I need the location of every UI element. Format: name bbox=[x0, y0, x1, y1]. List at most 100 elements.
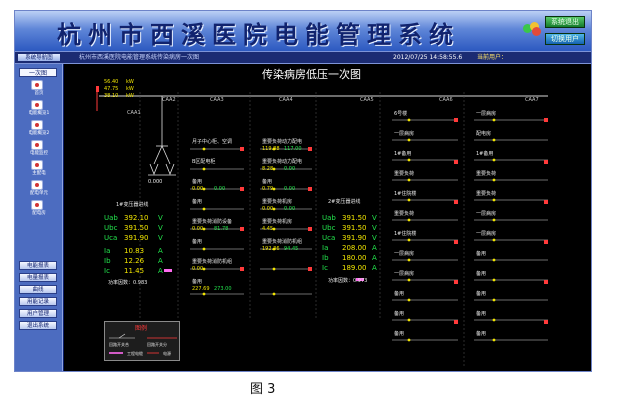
legend: 图例 回路开关合 回路开关分 电源 工程电缆 bbox=[104, 321, 180, 361]
ic-value: 11.45 bbox=[124, 267, 145, 275]
feeder-name: 重要负荷 bbox=[476, 191, 497, 197]
cabinet-label: CAA1 bbox=[127, 110, 141, 116]
feeder-name: 重要负荷动力配电 bbox=[262, 139, 303, 145]
feeder-value: 0.00 bbox=[284, 206, 296, 212]
status-bar: 系统导航图 杭州市西溪医院电能管理系统传染病房一次图 2012/07/25 14… bbox=[15, 51, 591, 64]
exit-button[interactable]: 系统退出 bbox=[545, 16, 585, 28]
volt-unit: V bbox=[372, 234, 377, 242]
volt-unit: V bbox=[372, 214, 377, 222]
uca-label: Uca bbox=[322, 234, 336, 242]
feeder-name: 1#住院楼 bbox=[394, 191, 417, 197]
legend-label: 电源 bbox=[163, 351, 171, 356]
feeder-name: 重要负荷机房 bbox=[262, 219, 293, 225]
feeder-name: B区配电柜 bbox=[192, 159, 216, 165]
feeder-name: 重要负荷动力配电 bbox=[262, 159, 303, 165]
sidebar-item-home[interactable]: 首页 bbox=[21, 80, 57, 98]
feeder-name: 备用 bbox=[192, 279, 203, 285]
app-header: 杭州市西溪医院电能管理系统 系统退出 切换用户 bbox=[15, 11, 591, 51]
amp-unit: A bbox=[158, 257, 163, 265]
feeder-name: 备用 bbox=[262, 179, 273, 185]
ib-value: 12.26 bbox=[124, 257, 145, 265]
feeder-name: 备用 bbox=[394, 311, 405, 317]
feeder-value: 94.45 bbox=[284, 246, 299, 252]
power-factor-1: 功率因数：0.983 bbox=[108, 280, 148, 286]
feeder-name: 一层病房 bbox=[476, 111, 497, 117]
transformer-2-name: 2#变压器进线 bbox=[328, 199, 361, 205]
feeder-name: 一层病房 bbox=[476, 231, 497, 237]
feeder-name: 备用 bbox=[476, 331, 487, 337]
transformer-1-name: 1#变压器进线 bbox=[116, 202, 149, 208]
feeder-name: 重要负荷机房 bbox=[262, 199, 293, 205]
feeder-value: 0.79 bbox=[262, 186, 274, 192]
ubc-label: Ubc bbox=[104, 224, 118, 232]
feeder-value: 0.00 bbox=[284, 166, 296, 172]
page-icon bbox=[31, 200, 43, 210]
volt-unit: V bbox=[158, 214, 163, 222]
reading-unit: kW bbox=[126, 79, 134, 85]
page-icon bbox=[31, 160, 43, 170]
reading-p: 56.40 bbox=[104, 79, 119, 85]
switch-user-button[interactable]: 切换用户 bbox=[545, 33, 585, 45]
ia-label: Ia bbox=[104, 247, 111, 255]
sidebar-item-energy-2[interactable]: 电能概览2 bbox=[21, 120, 57, 138]
sidebar-item-main-dist[interactable]: 主配电 bbox=[21, 160, 57, 178]
logo-icon bbox=[523, 22, 541, 36]
legend-label: 工程电缆 bbox=[127, 351, 143, 356]
status-datetime: 2012/07/25 14:58:55.6 bbox=[393, 54, 463, 61]
feeder-name: 备用 bbox=[394, 331, 405, 337]
uab-value: 391.50 bbox=[342, 214, 367, 222]
legend-label: 回路开关合 bbox=[109, 342, 129, 347]
sidebar-item-energy-1[interactable]: 电能概览1 bbox=[21, 100, 57, 118]
curve-button[interactable]: 曲线 bbox=[19, 285, 57, 294]
feeder-value: 192.36 bbox=[262, 246, 280, 252]
ubc-value: 391.50 bbox=[342, 224, 367, 232]
uab-value: 392.10 bbox=[124, 214, 149, 222]
user-management-button[interactable]: 用户管理 bbox=[19, 309, 57, 318]
feeder-name: 备用 bbox=[476, 271, 487, 277]
reading-unit: kW bbox=[126, 93, 134, 99]
feeder-value: 0.00 bbox=[284, 186, 296, 192]
sidebar-item-monitor[interactable]: 电能监控 bbox=[21, 140, 57, 158]
ia-value: 10.83 bbox=[124, 247, 145, 255]
transformer-sum: 0.000 bbox=[148, 179, 163, 185]
cabinet-label: CAA3 bbox=[210, 97, 224, 103]
app-title: 杭州市西溪医院电能管理系统 bbox=[57, 20, 460, 49]
sidebar: 一次图 首页 电能概览1 电能概览2 电能监控 主配电 配电单元 配电房 电能报… bbox=[15, 64, 63, 371]
cabinet-label: CAA7 bbox=[525, 97, 539, 103]
sidebar-item-dist-unit[interactable]: 配电单元 bbox=[21, 180, 57, 198]
feeder-name: 重要负荷消防设备 bbox=[192, 219, 233, 225]
usage-record-button[interactable]: 用能记录 bbox=[19, 297, 57, 306]
feeder-name: 重要负荷消防机组 bbox=[192, 259, 233, 265]
nav-header[interactable]: 系统导航图 bbox=[17, 53, 61, 62]
logout-button[interactable]: 退出系统 bbox=[19, 321, 57, 330]
sidebar-item-dist-room[interactable]: 配电房 bbox=[21, 200, 57, 218]
feeder-value: 117.00 bbox=[284, 146, 302, 152]
volt-unit: V bbox=[372, 224, 377, 232]
uca-value: 391.90 bbox=[342, 234, 367, 242]
ia-label: Ia bbox=[322, 244, 329, 252]
page-title: 传染病房低压一次图 bbox=[262, 68, 361, 81]
ib-label: Ib bbox=[322, 254, 329, 262]
cabinet-label: CAA4 bbox=[279, 97, 293, 103]
ic-value: 189.00 bbox=[342, 264, 367, 272]
feeder-value: 0.00 bbox=[262, 206, 274, 212]
energy-report-button[interactable]: 电能报表 bbox=[19, 261, 57, 270]
ubc-label: Ubc bbox=[322, 224, 336, 232]
one-line-diagram: 传染病房低压一次图 CAA1 CAA2 CAA3 CAA4 CAA5 CAA6 … bbox=[64, 64, 591, 371]
feeder-value: 8.28 bbox=[262, 166, 274, 172]
feeder-name: 1#住院楼 bbox=[394, 231, 417, 237]
power-report-button[interactable]: 电量报表 bbox=[19, 273, 57, 282]
volt-unit: V bbox=[158, 234, 163, 242]
feeder-value: 81.78 bbox=[214, 226, 229, 232]
feeder-value: 0.00 bbox=[192, 226, 204, 232]
ubc-value: 391.50 bbox=[124, 224, 149, 232]
sidebar-item-one-line[interactable]: 一次图 bbox=[19, 68, 57, 77]
uab-label: Uab bbox=[322, 214, 336, 222]
uab-label: Uab bbox=[104, 214, 118, 222]
feeder-name: 一层病房 bbox=[476, 211, 497, 217]
feeder-name: 一层病房 bbox=[394, 271, 415, 277]
page-icon bbox=[31, 120, 43, 130]
amp-unit: A bbox=[372, 244, 377, 252]
amp-unit: A bbox=[372, 264, 377, 272]
feeder-name: 1#备用 bbox=[476, 151, 494, 157]
